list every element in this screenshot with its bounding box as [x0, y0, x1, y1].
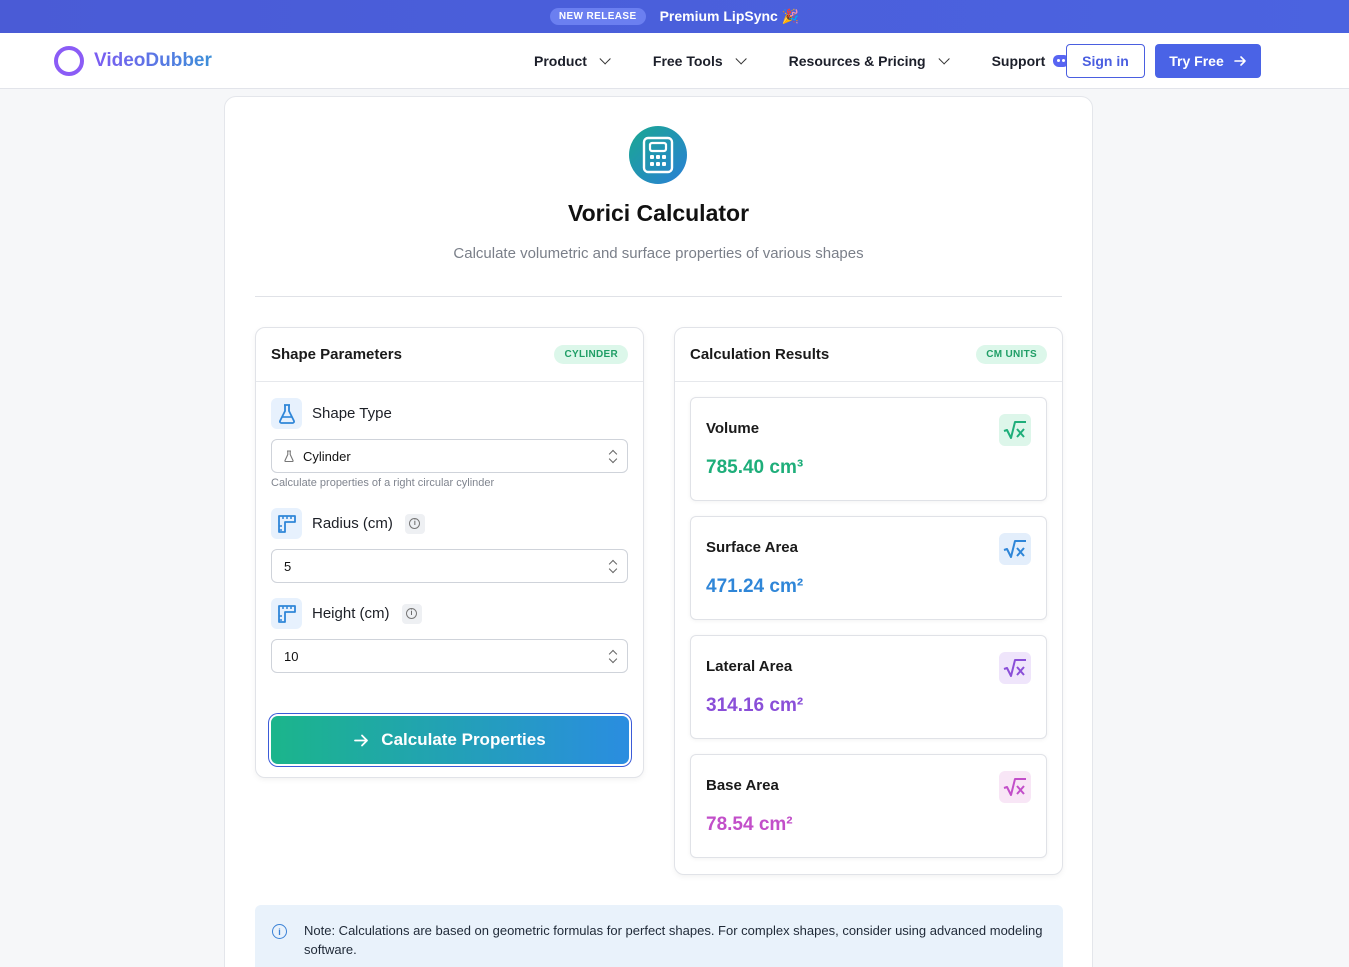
- chevron-down-icon: [735, 53, 747, 65]
- result-volume: Volume 785.40 cm³: [690, 397, 1047, 501]
- result-value: 314.16 cm²: [706, 695, 804, 716]
- logo-ring-icon: [54, 46, 84, 76]
- shape-type-text: Shape Type: [312, 405, 392, 422]
- result-value: 471.24 cm²: [706, 576, 804, 597]
- result-name: Volume: [706, 420, 760, 437]
- select-arrows-icon: [609, 450, 617, 464]
- brand-logo[interactable]: VideoDubber: [54, 46, 212, 76]
- height-label: Height (cm) i: [271, 598, 422, 629]
- ruler-icon: [271, 508, 302, 539]
- calculate-button-label: Calculate Properties: [381, 730, 546, 749]
- stepper-arrows-icon[interactable]: [609, 560, 617, 574]
- nav-support[interactable]: Support: [992, 53, 1070, 69]
- new-release-badge: NEW RELEASE: [549, 8, 646, 25]
- square-root-icon: [999, 533, 1031, 565]
- radius-label: Radius (cm) i: [271, 508, 425, 539]
- nav-product[interactable]: Product: [534, 53, 611, 69]
- calculator-icon: [629, 126, 687, 184]
- announcement-message[interactable]: Premium LipSync 🎉: [660, 8, 800, 25]
- result-name: Lateral Area: [706, 658, 793, 675]
- ruler-icon: [271, 598, 302, 629]
- stepper-arrows-icon[interactable]: [609, 650, 617, 664]
- page-title: Vorici Calculator: [567, 200, 750, 226]
- shape-parameters-panel: Shape Parameters CYLINDER Shape Type Cyl…: [255, 327, 644, 778]
- nav-product-label: Product: [534, 53, 587, 69]
- height-text: Height (cm): [312, 605, 390, 622]
- shape-type-label: Shape Type: [271, 398, 392, 429]
- nav-support-label: Support: [991, 53, 1046, 69]
- nav-links: Product Free Tools Resources & Pricing S…: [534, 33, 1070, 89]
- arrow-right-icon: [354, 734, 369, 746]
- brand-name: VideoDubber: [94, 50, 212, 71]
- result-value: 785.40 cm³: [706, 457, 804, 478]
- radius-text: Radius (cm): [312, 515, 393, 532]
- result-name: Base Area: [706, 777, 779, 794]
- nav-free-tools-label: Free Tools: [652, 53, 723, 69]
- calculate-properties-button[interactable]: Calculate Properties: [271, 716, 629, 764]
- arrow-right-icon: [1233, 56, 1246, 66]
- nav-resources-pricing[interactable]: Resources & Pricing: [788, 53, 950, 69]
- result-name: Surface Area: [706, 539, 798, 556]
- announcement-bar[interactable]: NEW RELEASE Premium LipSync 🎉: [0, 0, 1349, 33]
- result-base-area: Base Area 78.54 cm²: [690, 754, 1047, 858]
- square-root-icon: [999, 414, 1031, 446]
- info-icon[interactable]: i: [404, 513, 425, 534]
- chevron-down-icon: [599, 53, 611, 65]
- square-root-icon: [999, 771, 1031, 803]
- radius-input[interactable]: 5: [271, 549, 628, 583]
- info-note: i Note: Calculations are based on geomet…: [255, 905, 1063, 967]
- nav-free-tools[interactable]: Free Tools: [652, 53, 747, 69]
- try-free-button[interactable]: Try Free: [1155, 44, 1261, 78]
- shape-badge: CYLINDER: [554, 345, 628, 364]
- shape-type-select[interactable]: Cylinder: [271, 439, 628, 473]
- chevron-down-icon: [938, 53, 950, 65]
- radius-value: 5: [284, 558, 292, 574]
- square-root-icon: [999, 652, 1031, 684]
- shape-parameters-header: Shape Parameters CYLINDER: [256, 328, 643, 382]
- calculator-card: Vorici Calculator Calculate volumetric a…: [224, 96, 1093, 967]
- flask-icon: [271, 398, 302, 429]
- note-text: Note: Calculations are based on geometri…: [304, 923, 1043, 957]
- shape-type-value: Cylinder: [303, 448, 351, 464]
- result-surface-area: Surface Area 471.24 cm²: [690, 516, 1047, 620]
- shape-parameters-title: Shape Parameters: [271, 346, 402, 363]
- try-free-label: Try Free: [1169, 53, 1224, 69]
- units-badge: CM UNITS: [976, 345, 1047, 364]
- calculation-results-panel: Calculation Results CM UNITS Volume 785.…: [674, 327, 1063, 875]
- divider: [255, 296, 1062, 297]
- page-subtitle: Calculate volumetric and surface propert…: [453, 245, 864, 262]
- nav-resources-label: Resources & Pricing: [788, 53, 926, 69]
- top-nav: VideoDubber Product Free Tools Resources…: [0, 33, 1349, 89]
- result-lateral-area: Lateral Area 314.16 cm²: [690, 635, 1047, 739]
- result-value: 78.54 cm²: [706, 814, 793, 835]
- sign-in-button[interactable]: Sign in: [1066, 44, 1145, 78]
- flask-small-icon: [284, 450, 294, 462]
- info-icon[interactable]: i: [401, 603, 422, 624]
- height-input[interactable]: 10: [271, 639, 628, 673]
- info-circle-icon: i: [272, 924, 287, 939]
- results-header: Calculation Results CM UNITS: [675, 328, 1062, 382]
- results-title: Calculation Results: [690, 346, 830, 363]
- height-value: 10: [284, 648, 299, 664]
- shape-hint: Calculate properties of a right circular…: [271, 477, 495, 489]
